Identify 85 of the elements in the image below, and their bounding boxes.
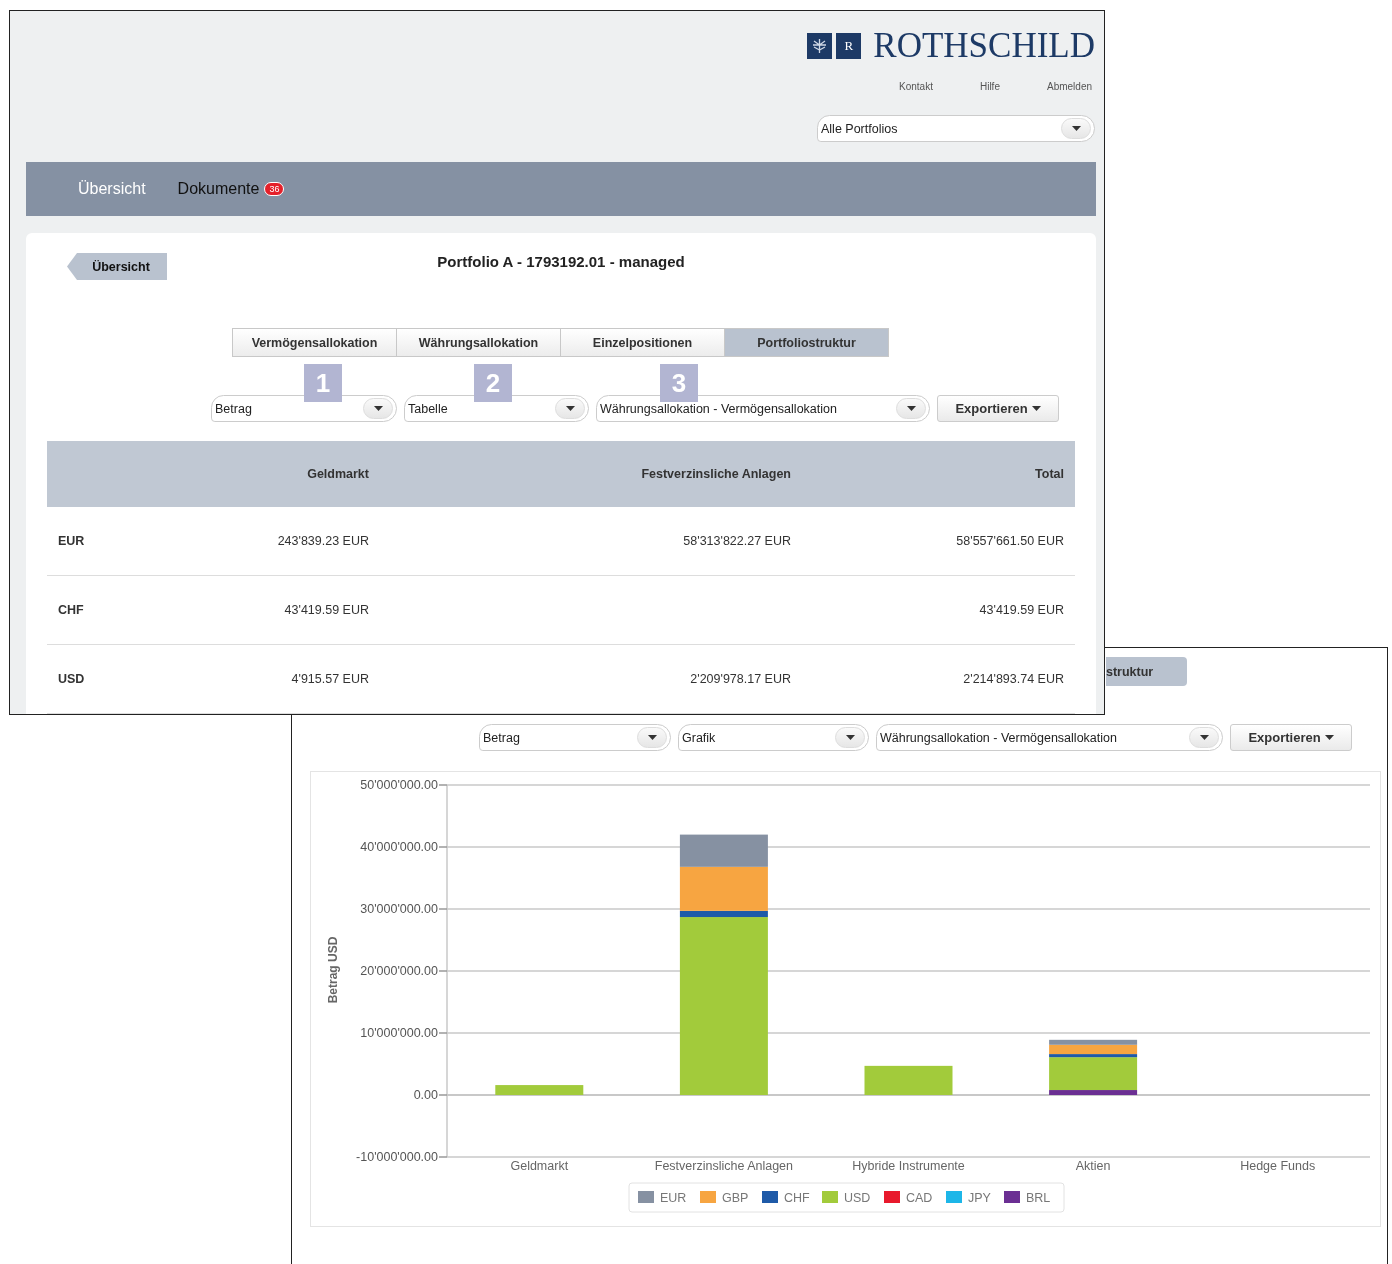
count-badge: 36 (264, 182, 285, 196)
axis-tick-label: 0.00 (413, 1088, 438, 1102)
axis-tick-label: 50'000'000.00 (360, 778, 438, 792)
nav-item[interactable]: Dokumente 36 (177, 180, 285, 198)
axis-tick-label: -10'000'000.00 (356, 1150, 438, 1164)
annotation-number: 2 (474, 364, 512, 402)
tab[interactable]: Einzelpositionen (560, 328, 725, 357)
header-link[interactable]: Kontakt (899, 81, 933, 92)
dropdown-select[interactable]: Grafik (678, 724, 869, 751)
tab[interactable]: Vermögensallokation (232, 328, 397, 357)
table-cell: 243'839.23 EUR (157, 507, 380, 576)
select-value: Grafik (682, 730, 716, 745)
select-value: Währungsallokation - Vermögensallokation (600, 401, 837, 416)
back-button[interactable]: Übersicht (67, 253, 167, 280)
logo-mark: R (836, 33, 862, 59)
dropdown-select[interactable]: Tabelle (404, 395, 589, 422)
category-label: Hybride Instrumente (852, 1159, 965, 1173)
dropdown-toggle[interactable] (1189, 727, 1219, 748)
axis-tick-label: 30'000'000.00 (360, 902, 438, 916)
caret-icon (373, 406, 383, 411)
dropdown-select[interactable]: Betrag (211, 395, 397, 422)
select-value: Alle Portfolios (821, 121, 898, 136)
caret-icon (1324, 735, 1334, 740)
caret-icon (845, 735, 855, 740)
dropdown-toggle[interactable] (555, 398, 585, 419)
dropdown-toggle[interactable] (896, 398, 926, 419)
dropdown-toggle[interactable] (637, 727, 667, 748)
table-cell: 4'915.57 EUR (157, 645, 380, 714)
table-cell: 58'557'661.50 EUR (802, 507, 1075, 576)
table-cell: 43'419.59 EUR (802, 576, 1075, 645)
dropdown-select[interactable]: Währungsallokation - Vermögensallokation (876, 724, 1223, 751)
caret-icon (1199, 735, 1209, 740)
legend-label[interactable]: BRL (1026, 1191, 1051, 1205)
portfolio-title: Portfolio A - 1793192.01 - managed (437, 253, 685, 270)
caret-icon (565, 406, 575, 411)
portfolio-select[interactable]: Alle Portfolios (817, 115, 1095, 142)
select-value: Währungsallokation - Vermögensallokation (880, 730, 1117, 745)
dropdown-select[interactable]: Währungsallokation - Vermögensallokation (596, 395, 930, 422)
column-header: Festverzinsliche Anlagen (380, 441, 802, 507)
legend-label[interactable]: USD (844, 1191, 871, 1205)
axis-title: Betrag USD (326, 936, 340, 1004)
table-cell: 2'214'893.74 EUR (802, 645, 1075, 714)
tab[interactable]: Portfoliostruktur (724, 328, 889, 357)
column-header: Total (802, 441, 1075, 507)
legend-label[interactable]: JPY (968, 1191, 991, 1205)
tab[interactable]: Währungsallokation (396, 328, 561, 357)
category-label: Hedge Funds (1240, 1159, 1316, 1173)
caret-icon (906, 406, 916, 411)
dropdown-select[interactable]: Betrag (479, 724, 671, 751)
select-value: Tabelle (408, 401, 448, 416)
table-cell: CHF (47, 576, 157, 645)
logo-emblem-icon (807, 33, 833, 59)
table-cell: 58'313'822.27 EUR (380, 507, 802, 576)
axis-tick-label: 20'000'000.00 (360, 964, 438, 978)
legend-label[interactable]: CHF (784, 1191, 810, 1205)
caret-icon (1071, 126, 1081, 131)
dropdown-toggle[interactable] (1061, 118, 1091, 139)
axis-tick-label: 40'000'000.00 (360, 840, 438, 854)
category-label: Aktien (1075, 1159, 1111, 1173)
category-label: Festverzinsliche Anlagen (654, 1159, 794, 1173)
tab[interactable]: struktur (1106, 657, 1187, 686)
table-cell: 43'419.59 EUR (157, 576, 380, 645)
legend-label[interactable]: EUR (660, 1191, 687, 1205)
header-link[interactable]: Hilfe (979, 81, 1000, 92)
legend-label[interactable]: CAD (906, 1191, 933, 1205)
export-button[interactable]: Exportieren (1230, 724, 1352, 751)
select-value: Betrag (215, 401, 252, 416)
table-cell: 2'209'978.17 EUR (380, 645, 802, 714)
nav-label: Dokumente (177, 180, 260, 198)
logo-wordmark: ROTHSCHILD (873, 31, 1095, 61)
annotation-number: 1 (304, 364, 342, 402)
axis-tick-label: 10'000'000.00 (360, 1026, 438, 1040)
annotation-number: 3 (660, 364, 698, 402)
select-value: Betrag (483, 730, 520, 745)
column-header: Geldmarkt (157, 441, 380, 507)
caret-icon (647, 735, 657, 740)
category-label: Geldmarkt (510, 1159, 569, 1173)
dropdown-toggle[interactable] (363, 398, 393, 419)
export-button[interactable]: Exportieren (937, 395, 1059, 422)
header-link[interactable]: Abmelden (1046, 81, 1092, 92)
table-cell: USD (47, 645, 157, 714)
legend-label[interactable]: GBP (722, 1191, 749, 1205)
dropdown-toggle[interactable] (835, 727, 865, 748)
table-cell: EUR (47, 507, 157, 576)
caret-icon (1031, 406, 1041, 411)
